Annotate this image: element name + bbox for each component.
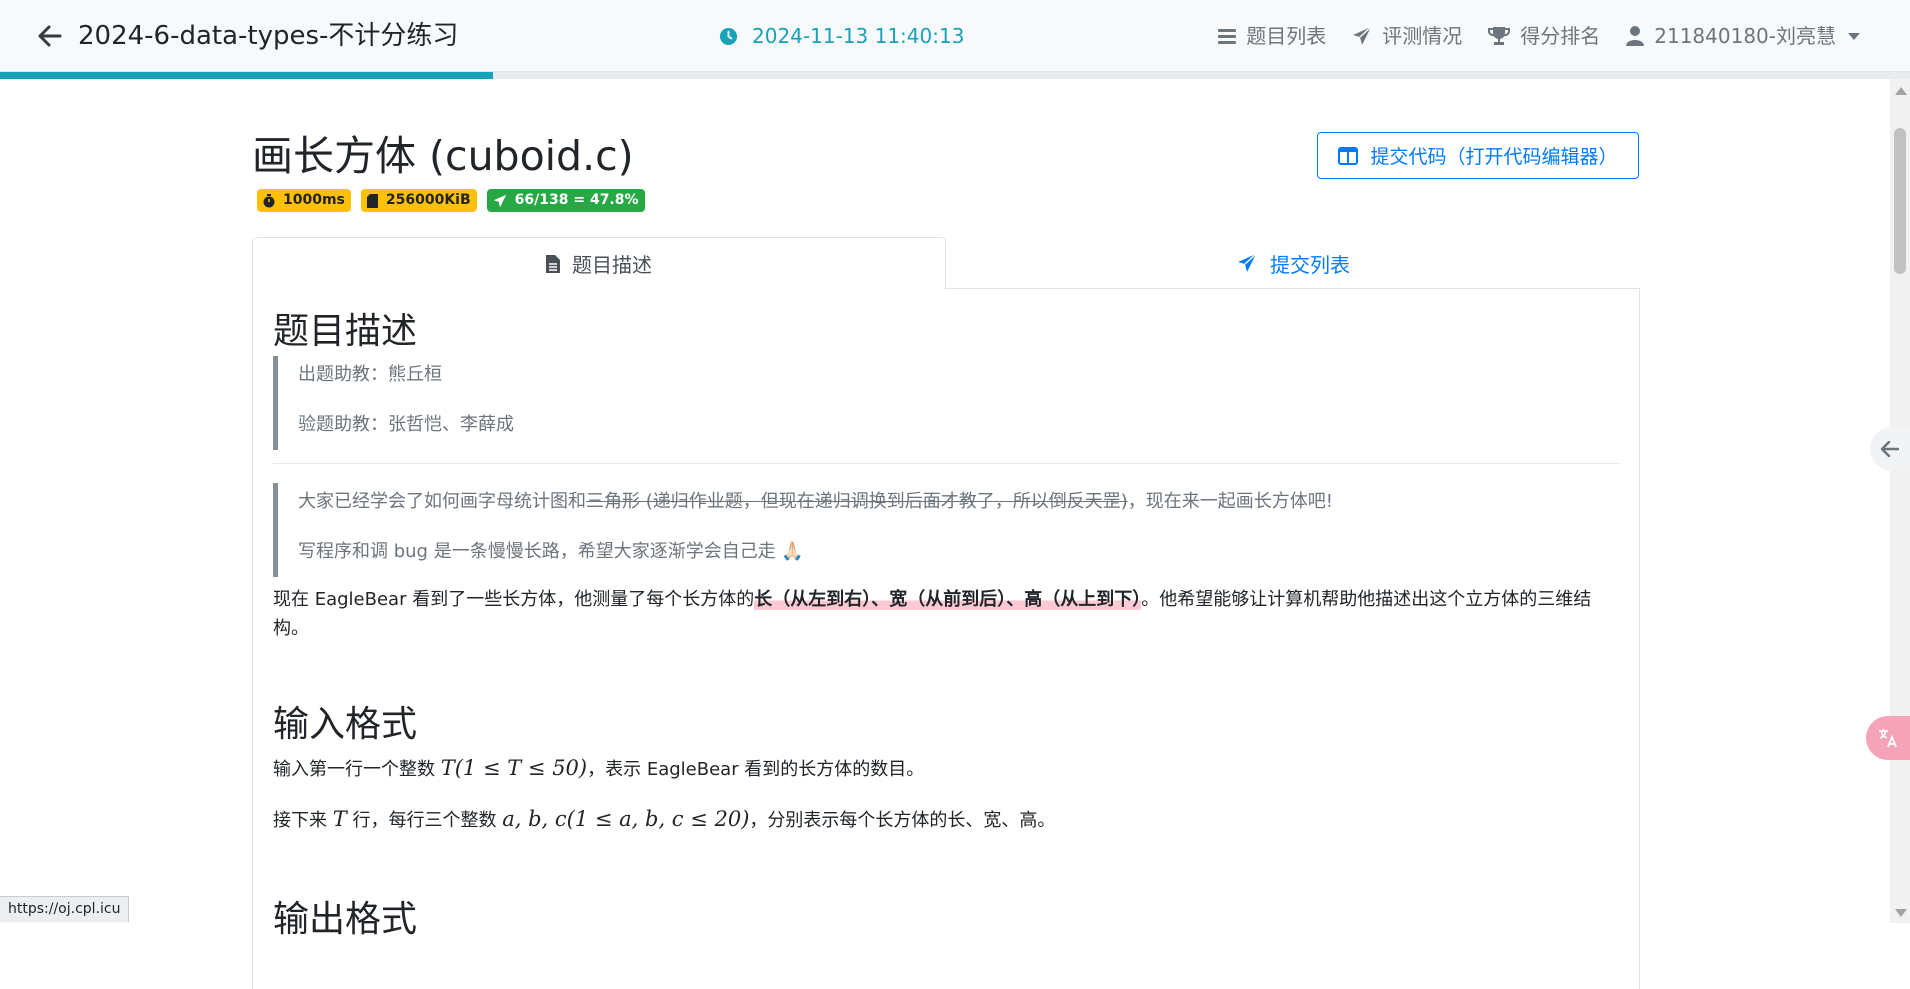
note-text-end: ，现在来一起画长方体吧! [1127,491,1333,512]
nav-judge-status-label: 评测情况 [1382,24,1463,48]
input-line-1-end: ，表示 EagleBear 看到的长方体的数目。 [587,759,925,780]
note-quote: 大家已经学会了如何画字母统计图和三角形 (递归作业题，但现在递归调换到后面才教了… [273,483,1619,577]
tester-text: 验题助教：张哲恺、李薛成 [298,414,514,435]
output-format-heading: 输出格式 [273,899,418,940]
input-line-2-math: a, b, c(1 ≤ a, b, c ≤ 20) [502,807,750,831]
scroll-up-arrow-icon[interactable] [1895,87,1907,95]
description-heading: 题目描述 [273,311,418,352]
problem-title: 画长方体 (cuboid.c) [252,132,634,180]
paper-plane-icon [493,194,506,207]
acceptance-badge: 66/138 = 47.8% [486,189,645,212]
input-format-heading: 输入格式 [273,704,418,745]
problem-tabs: 题目描述 提交列表 [252,237,1640,290]
submit-code-label: 提交代码（打开代码编辑器） [1370,146,1618,168]
translate-button[interactable] [1866,716,1910,760]
story-highlight: 长（从左到右）、宽（从前到后）、高（从上到下） [754,589,1142,610]
user-menu[interactable]: 211840180-刘亮慧 [1626,20,1860,52]
input-line-2-start: 接下来 [273,810,333,831]
time-limit-badge: 1000ms [257,189,351,212]
back-arrow-icon[interactable] [36,22,64,50]
arrow-left-icon [1881,441,1899,457]
translate-icon [1879,729,1897,748]
side-panel-toggle[interactable] [1870,427,1910,471]
status-bar-url: https://oj.cpl.icu [0,896,130,922]
divider [273,463,1619,464]
time-limit-value: 1000ms [283,192,345,208]
contest-progress [0,72,1910,79]
submit-code-button[interactable]: 提交代码（打开代码编辑器） [1317,132,1639,179]
clock-icon [719,27,738,45]
contest-title: 2024-6-data-types-不计分练习 [78,21,459,51]
scroll-down-arrow-icon[interactable] [1895,909,1907,917]
story-paragraph: 现在 EagleBear 看到了一些长方体，他测量了每个长方体的长（从左到右）、… [273,585,1619,643]
input-line-2: 接下来 T 行，每行三个整数 a, b, c(1 ≤ a, b, c ≤ 20)… [273,805,1619,835]
nav-problem-list-label: 题目列表 [1246,24,1327,48]
paper-plane-icon [1238,253,1257,272]
list-icon [1218,29,1237,44]
stopwatch-icon [263,193,275,207]
note-text: 大家已经学会了如何画字母统计图和三角形 (递归作业题，但现在递归调换到后面才教了… [298,483,1619,533]
input-line-1-math: T(1 ≤ T ≤ 50) [440,756,588,780]
nav-rank-label: 得分排名 [1520,24,1601,48]
page-scrollbar[interactable] [1890,79,1910,923]
file-icon [546,254,560,273]
user-icon [1626,26,1645,46]
tab-description-label: 题目描述 [572,253,652,277]
paper-plane-icon [1353,26,1372,45]
input-line-2-math-t: T [332,807,347,831]
problem-badges: 1000ms 256000KiB 66/138 = 47.8% [257,189,645,212]
nav-rank[interactable]: 得分排名 [1488,20,1600,52]
contest-clock: 2024-11-13 11:40:13 [719,21,964,51]
scroll-thumb[interactable] [1894,128,1906,274]
input-line-2-end: ，分别表示每个长方体的长、宽、高。 [749,810,1056,831]
nav-problem-list[interactable]: 题目列表 [1218,20,1326,52]
input-line-1-start: 输入第一行一个整数 [273,759,441,780]
nav-judge-status[interactable]: 评测情况 [1352,20,1462,52]
input-line-1: 输入第一行一个整数 T(1 ≤ T ≤ 50)，表示 EagleBear 看到的… [273,754,1619,784]
top-navbar: 2024-6-data-types-不计分练习 2024-11-13 11:40… [0,0,1910,72]
note-strikethrough: 三角形 (递归作业题，但现在递归调换到后面才教了，所以倒反天罡) [586,491,1128,512]
acceptance-value: 66/138 = 47.8% [514,192,639,208]
note-text-start: 大家已经学会了如何画字母统计图和 [298,491,586,512]
trophy-icon [1488,27,1511,45]
contest-progress-fill [0,72,493,79]
sd-card-icon [366,193,378,208]
tab-submissions[interactable]: 提交列表 [946,237,1640,289]
story-start: 现在 EagleBear 看到了一些长方体，他测量了每个长方体的 [273,589,755,610]
setter-text: 出题助教：熊丘桓 [298,364,442,385]
memory-limit-value: 256000KiB [385,192,471,208]
problem-description-panel: 题目描述 出题助教：熊丘桓 验题助教：张哲恺、李薛成 大家已经学会了如何画字母统… [252,289,1640,989]
staff-quote: 出题助教：熊丘桓 验题助教：张哲恺、李薛成 [273,356,1619,450]
columns-icon [1338,146,1359,165]
tab-description[interactable]: 题目描述 [252,237,946,290]
chevron-down-icon [1848,32,1860,40]
advice-text: 写程序和调 bug 是一条慢慢长路，希望大家逐渐学会自己走 🙏🏻 [298,541,804,562]
user-name: 211840180-刘亮慧 [1654,24,1836,48]
nav-links: 题目列表 评测情况 得分排名 211840180-刘亮慧 [1218,20,1860,52]
memory-limit-badge: 256000KiB [360,189,477,212]
tab-submissions-label: 提交列表 [1270,252,1350,277]
input-line-2-mid: 行，每行三个整数 [346,810,503,831]
clock-time: 2024-11-13 11:40:13 [752,24,965,48]
